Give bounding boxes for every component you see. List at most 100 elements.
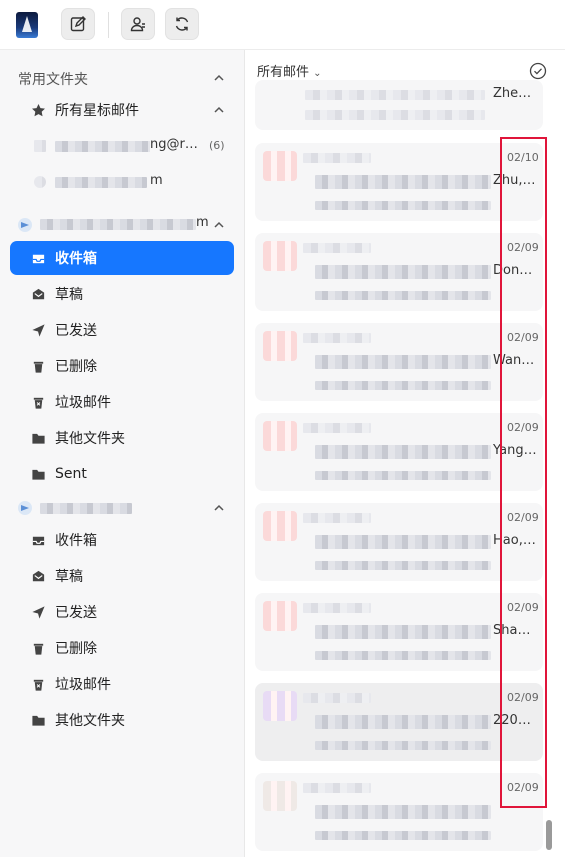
sidebar-item-label: 垃圾邮件	[55, 395, 111, 411]
sidebar-item-label: 所有星标邮件	[55, 103, 139, 119]
fav-account-2-text[interactable]: m	[150, 173, 163, 188]
redacted-subject	[315, 715, 491, 729]
account-avatar	[34, 176, 46, 188]
redacted-account-email	[40, 503, 132, 514]
trash-icon	[30, 358, 46, 374]
sidebar-item-sent-folder[interactable]: Sent	[10, 457, 234, 491]
mail-item[interactable]: Zhe…	[255, 80, 543, 130]
sidebar-item-label: Sent	[55, 466, 87, 482]
mail-sender: 220…	[493, 713, 531, 728]
redacted-text	[305, 90, 485, 100]
folder-icon	[30, 430, 46, 446]
sidebar-item-inbox[interactable]: 收件箱	[10, 523, 234, 557]
sidebar-item-other-folders[interactable]: 其他文件夹	[10, 703, 234, 737]
redacted-sender	[303, 603, 371, 613]
sidebar-item-drafts[interactable]: 草稿	[10, 559, 234, 593]
folder-icon	[30, 712, 46, 728]
scrollbar[interactable]	[546, 820, 552, 850]
spam-icon	[30, 394, 46, 410]
redacted-subject	[315, 265, 491, 279]
redacted-subject	[315, 805, 491, 819]
edit-icon	[70, 16, 86, 32]
redacted-subject	[315, 625, 491, 639]
mail-sender: Wan…	[493, 353, 535, 368]
redacted-subject	[315, 445, 491, 459]
sidebar-item-sent[interactable]: 已发送	[10, 313, 234, 347]
mail-date: 02/09	[507, 781, 539, 794]
drafts-icon	[30, 568, 46, 584]
redacted-sender	[303, 513, 371, 523]
chevron-up-icon[interactable]	[214, 220, 224, 230]
filter-label: 所有邮件	[257, 64, 310, 80]
mail-item[interactable]: 02/09 Yang…	[255, 413, 543, 491]
redacted-sender	[303, 783, 371, 793]
sidebar-item-spam[interactable]: 垃圾邮件	[10, 667, 234, 701]
chevron-down-icon: ⌄	[313, 67, 322, 79]
mail-item[interactable]: 02/09 Don…	[255, 233, 543, 311]
mail-sender: Sha…	[493, 623, 531, 638]
sender-avatar	[263, 511, 297, 541]
sidebar: 常用文件夹 所有星标邮件 ng@r… (6) m m 收件箱 草稿 已发送 已删…	[0, 50, 245, 857]
redacted-sender	[303, 243, 371, 253]
sidebar-item-spam[interactable]: 垃圾邮件	[10, 385, 234, 419]
redacted-preview	[315, 471, 491, 480]
sidebar-item-starred[interactable]: 所有星标邮件	[10, 93, 234, 127]
redacted-preview	[315, 381, 491, 390]
sent-icon	[30, 604, 46, 620]
mail-item[interactable]: 02/09 Hao,…	[255, 503, 543, 581]
sidebar-item-sent[interactable]: 已发送	[10, 595, 234, 629]
redacted-sender	[303, 423, 371, 433]
compose-button[interactable]	[61, 8, 95, 40]
mail-date: 02/10	[507, 151, 539, 164]
unread-count: (6)	[209, 139, 225, 152]
spam-icon	[30, 676, 46, 692]
fav-account-1-text[interactable]: ng@r…	[150, 137, 198, 152]
mail-sender: Zhu,…	[493, 173, 536, 188]
redacted-account-email	[40, 219, 196, 230]
sender-avatar	[263, 781, 297, 811]
sender-avatar	[263, 331, 297, 361]
mail-date: 02/09	[507, 241, 539, 254]
sent-icon	[30, 322, 46, 338]
sidebar-item-inbox[interactable]: 收件箱	[10, 241, 234, 275]
account-avatar	[34, 140, 46, 152]
drafts-icon	[30, 286, 46, 302]
favorites-header: 常用文件夹	[18, 72, 88, 88]
redacted-preview	[315, 741, 491, 750]
redacted-email	[55, 177, 147, 188]
sidebar-item-label: 收件箱	[55, 533, 97, 549]
mail-item[interactable]: 02/09 Sha…	[255, 593, 543, 671]
sender-avatar	[263, 241, 297, 271]
sidebar-item-label: 已发送	[55, 605, 97, 621]
mail-sender: Yang…	[493, 443, 537, 458]
mail-item[interactable]: 02/09 220…	[255, 683, 543, 761]
mail-date: 02/09	[507, 691, 539, 704]
sidebar-item-drafts[interactable]: 草稿	[10, 277, 234, 311]
chevron-up-icon[interactable]	[214, 73, 224, 83]
sender-avatar	[263, 151, 297, 181]
mail-item[interactable]: 02/09	[255, 773, 543, 851]
sidebar-item-trash[interactable]: 已删除	[10, 349, 234, 383]
check-circle-icon[interactable]	[529, 62, 547, 80]
sidebar-item-label: 其他文件夹	[55, 431, 125, 447]
contacts-icon	[130, 17, 145, 32]
filter-dropdown[interactable]: 所有邮件 ⌄	[257, 61, 322, 80]
redacted-sender	[303, 333, 371, 343]
chevron-up-icon[interactable]	[214, 503, 224, 513]
sidebar-item-label: 收件箱	[55, 251, 97, 267]
chevron-up-icon[interactable]	[214, 105, 224, 115]
mail-item[interactable]: 02/09 Wan…	[255, 323, 543, 401]
account-1-text[interactable]: m	[196, 215, 209, 230]
mail-item[interactable]: 02/10 Zhu,…	[255, 143, 543, 221]
sidebar-item-label: 草稿	[55, 287, 83, 303]
contacts-button[interactable]	[121, 8, 155, 40]
redacted-subject	[315, 535, 491, 549]
trash-icon	[30, 640, 46, 656]
sync-button[interactable]	[165, 8, 199, 40]
sidebar-item-trash[interactable]: 已删除	[10, 631, 234, 665]
inbox-icon	[30, 532, 46, 548]
mail-sender: Don…	[493, 263, 533, 278]
sidebar-item-other-folders[interactable]: 其他文件夹	[10, 421, 234, 455]
redacted-text	[305, 110, 485, 120]
app-logo	[16, 12, 38, 38]
